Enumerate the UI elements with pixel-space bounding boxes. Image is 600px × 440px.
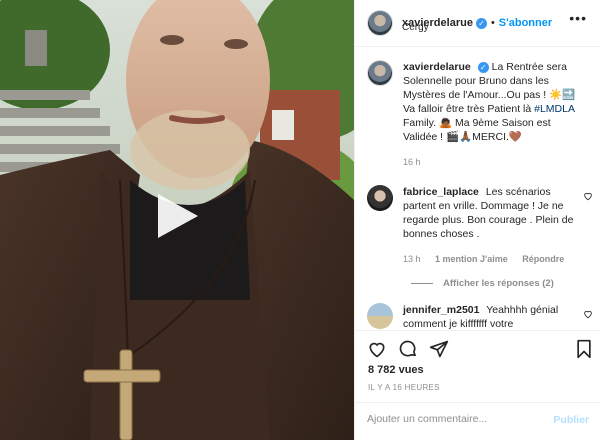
post-details-panel: xavierdelarue ✓ • S'abonner ••• Cergy xa… [354, 0, 600, 440]
views-count[interactable]: 8 782 vues [368, 364, 424, 376]
comment-like-heart-icon[interactable] [583, 191, 593, 201]
caption-item: xavierdelarue ✓ La Rentrée sera Solennell… [367, 60, 593, 169]
view-replies-label[interactable]: Afficher les réponses (2) [443, 278, 554, 289]
comment-item: fabrice_laplace Les scénarios partent en… [367, 185, 593, 266]
publish-button[interactable]: Publier [553, 414, 589, 426]
caption-time[interactable]: 16 h [403, 157, 421, 167]
comment-likes[interactable]: 1 mention J'aime [435, 254, 508, 264]
play-icon[interactable] [150, 190, 202, 242]
verified-badge-icon: ✓ [475, 17, 487, 29]
caption-verified-icon: ✓ [477, 61, 489, 73]
comment-item: jennifer_m2501 Yeahhhh génial comment je… [367, 303, 593, 331]
post-timestamp[interactable]: IL Y A 16 HEURES [368, 383, 440, 392]
follow-button[interactable]: S'abonner [499, 17, 552, 29]
actions-divider [355, 330, 600, 331]
comment-body: jennifer_m2501 Yeahhhh génial comment je… [403, 303, 583, 331]
post-location[interactable]: Cergy [402, 22, 429, 33]
comment-like-heart-icon[interactable] [583, 309, 593, 319]
caption-hashtag[interactable]: #LMDLA [534, 103, 574, 115]
comment-username[interactable]: fabrice_laplace [403, 186, 479, 198]
comment-username[interactable]: jennifer_m2501 [403, 304, 479, 316]
comments-list[interactable]: xavierdelarue ✓ La Rentrée sera Solennell… [367, 60, 593, 331]
comment-avatar[interactable] [367, 303, 393, 329]
comment-icon[interactable] [398, 339, 418, 359]
comment-input[interactable] [367, 413, 537, 425]
comment-avatar[interactable] [367, 185, 393, 211]
comment-meta: 13 h 1 mention J'aime Répondre [403, 252, 583, 266]
replies-line [411, 283, 433, 284]
caption-text-part2: Family. 🙇🏾 Ma 9ème Saison est Validée ! … [403, 117, 551, 143]
author-avatar[interactable] [367, 10, 393, 36]
heart-icon[interactable] [367, 339, 387, 359]
post-video[interactable] [0, 0, 354, 440]
view-replies-button[interactable]: Afficher les réponses (2) [411, 278, 593, 289]
caption-body: xavierdelarue ✓ La Rentrée sera Solennell… [403, 60, 583, 169]
more-options-icon[interactable]: ••• [569, 10, 587, 26]
comment-body: fabrice_laplace Les scénarios partent en… [403, 185, 583, 266]
post-actions-bar [367, 339, 593, 361]
comment-composer: Publier [355, 402, 600, 440]
post-header: xavierdelarue ✓ • S'abonner ••• [367, 8, 589, 38]
caption-meta: 16 h [403, 155, 583, 169]
paper-plane-icon[interactable] [429, 339, 449, 359]
caption-avatar[interactable] [367, 60, 393, 86]
reply-button[interactable]: Répondre [522, 254, 564, 264]
bookmark-icon[interactable] [575, 339, 593, 359]
comment-time[interactable]: 13 h [403, 254, 421, 264]
instagram-post-window: xavierdelarue ✓ • S'abonner ••• Cergy xa… [0, 0, 600, 440]
header-divider [355, 46, 600, 47]
caption-username[interactable]: xavierdelarue [403, 61, 471, 73]
separator-dot: • [490, 17, 495, 29]
